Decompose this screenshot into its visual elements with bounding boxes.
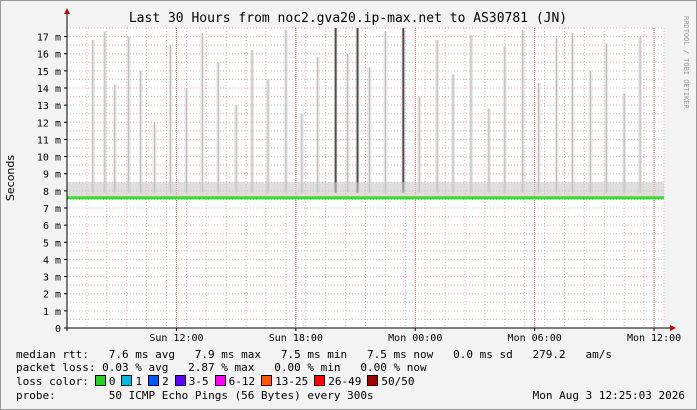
y-tick-label: 13 m bbox=[37, 101, 61, 112]
y-tick-label: 1 m bbox=[43, 307, 61, 318]
x-tick-label: Mon 12:00 bbox=[627, 333, 681, 344]
y-tick-label: 15 m bbox=[37, 67, 61, 78]
y-tick-label: 0 bbox=[55, 324, 61, 335]
y-tick-label: 11 m bbox=[37, 135, 61, 146]
x-tick-label: Sun 18:00 bbox=[269, 333, 323, 344]
y-tick-label: 4 m bbox=[43, 255, 61, 266]
x-axis-arrow bbox=[670, 325, 676, 331]
probe-text: 50 ICMP Echo Pings (56 Bytes) every 300s bbox=[108, 389, 374, 402]
probe-row: probe: 50 ICMP Echo Pings (56 Bytes) eve… bbox=[16, 389, 374, 402]
y-tick-label: 5 m bbox=[43, 238, 61, 249]
y-tick-label: 17 m bbox=[37, 33, 61, 44]
loss-color-swatch bbox=[367, 375, 379, 386]
loss-color-swatch bbox=[174, 375, 186, 386]
median-rtt-stats: median rtt: 7.6 ms avg 7.9 ms max 7.5 ms… bbox=[16, 348, 613, 361]
loss-color-swatch bbox=[314, 375, 326, 386]
y-tick-label: 14 m bbox=[37, 84, 61, 95]
smokeping-chart: Last 30 Hours from noc2.gva20.ip-max.net… bbox=[4, 8, 690, 344]
y-tick-label: 2 m bbox=[43, 290, 61, 301]
loss-color-item-label: 6-12 bbox=[228, 375, 256, 388]
loss-color-item-label: 0 bbox=[108, 375, 116, 388]
smoke-band bbox=[67, 182, 664, 198]
loss-color-legend: loss color: 0 1 2 3-5 6-12 13-25 26-49 50/50 bbox=[16, 375, 414, 388]
packet-loss-stats: packet loss: 0.03 % avg 2.87 % max 0.00 … bbox=[16, 361, 427, 374]
loss-color-item-label: 1 bbox=[135, 375, 143, 388]
y-axis-arrow bbox=[64, 8, 70, 14]
x-tick-label: Sun 12:00 bbox=[149, 333, 203, 344]
loss-color-swatch bbox=[121, 375, 133, 386]
y-tick-label: 10 m bbox=[37, 153, 61, 164]
y-tick-label: 9 m bbox=[43, 170, 61, 181]
x-tick-label: Mon 06:00 bbox=[508, 333, 562, 344]
loss-color-swatch bbox=[94, 375, 106, 386]
loss-color-item-label: 3-5 bbox=[188, 375, 209, 388]
y-tick-label: 3 m bbox=[43, 273, 61, 284]
loss-color-swatch bbox=[148, 375, 160, 386]
probe-date: Mon Aug 3 12:25:03 2026 bbox=[532, 389, 685, 402]
y-tick-label: 16 m bbox=[37, 50, 61, 61]
x-tick-label: Mon 00:00 bbox=[388, 333, 442, 344]
loss-color-item-label: 2 bbox=[162, 375, 169, 388]
loss-color-item-label: 26-49 bbox=[328, 375, 362, 388]
chart-title: Last 30 Hours from noc2.gva20.ip-max.net… bbox=[129, 11, 567, 26]
y-tick-label: 7 m bbox=[43, 204, 61, 215]
watermark-text: RRDTOOL / TOBI OETIKER bbox=[682, 16, 690, 110]
probe-label: probe: bbox=[16, 389, 56, 402]
loss-color-swatch bbox=[261, 375, 273, 386]
y-tick-label: 8 m bbox=[43, 187, 61, 198]
y-tick-label: 6 m bbox=[43, 221, 61, 232]
loss-color-swatch bbox=[214, 375, 226, 386]
loss-color-label: loss color: bbox=[16, 375, 89, 388]
y-axis-label: Seconds bbox=[4, 155, 17, 201]
loss-color-item-label: 50/50 bbox=[381, 375, 415, 388]
y-tick-label: 12 m bbox=[37, 118, 61, 129]
loss-color-item-label: 13-25 bbox=[275, 375, 309, 388]
